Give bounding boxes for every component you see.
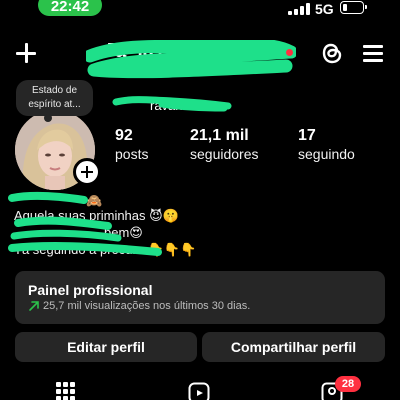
status-time: 22:42 [38,0,102,16]
trend-up-icon [29,301,39,311]
stat-posts-label: posts [115,146,149,162]
stat-followers[interactable]: 21,1 mil seguidores [190,126,259,163]
reels-icon[interactable] [188,382,210,400]
notification-dot [286,49,293,56]
stat-followers-value: 21,1 mil [190,127,249,144]
tab-notification-badge: 28 [335,376,361,392]
pro-panel-title: Painel profissional [28,282,153,298]
instagram-profile-screen: 22:42 5G Ja_ia1_na Estado de espírito at… [0,0,400,400]
professional-dashboard[interactable]: Painel profissional 25,7 mil visualizaçõ… [15,271,385,324]
stat-posts-value: 92 [115,127,133,144]
redaction-scribble [86,40,296,79]
note-line-1: Estado de [31,85,78,96]
pro-panel-subtitle: 25,7 mil visualizações nos últimos 30 di… [43,300,251,312]
stat-following[interactable]: 17 seguindo [298,126,355,163]
redaction-scribble [8,191,162,256]
note-line-2: espírito at... [28,99,81,110]
network-type: 5G [315,1,334,17]
battery-icon [340,1,367,14]
note-bubble[interactable]: Estado de espírito at... [16,80,93,122]
add-story-button[interactable] [73,158,101,186]
status-bar: 22:42 5G [0,0,400,18]
plus-icon[interactable] [14,41,38,65]
stat-posts[interactable]: 92 posts [115,126,148,163]
stat-followers-label: seguidores [190,146,259,162]
edit-profile-button[interactable]: Editar perfil [15,332,197,362]
threads-icon[interactable] [320,40,344,66]
grid-icon[interactable] [56,382,76,400]
signal-icon [288,3,310,15]
stat-following-label: seguindo [298,146,355,162]
share-profile-button[interactable]: Compartilhar perfil [202,332,385,362]
stat-following-value: 17 [298,127,316,144]
menu-icon[interactable] [363,43,385,63]
redaction-scribble [112,96,232,112]
